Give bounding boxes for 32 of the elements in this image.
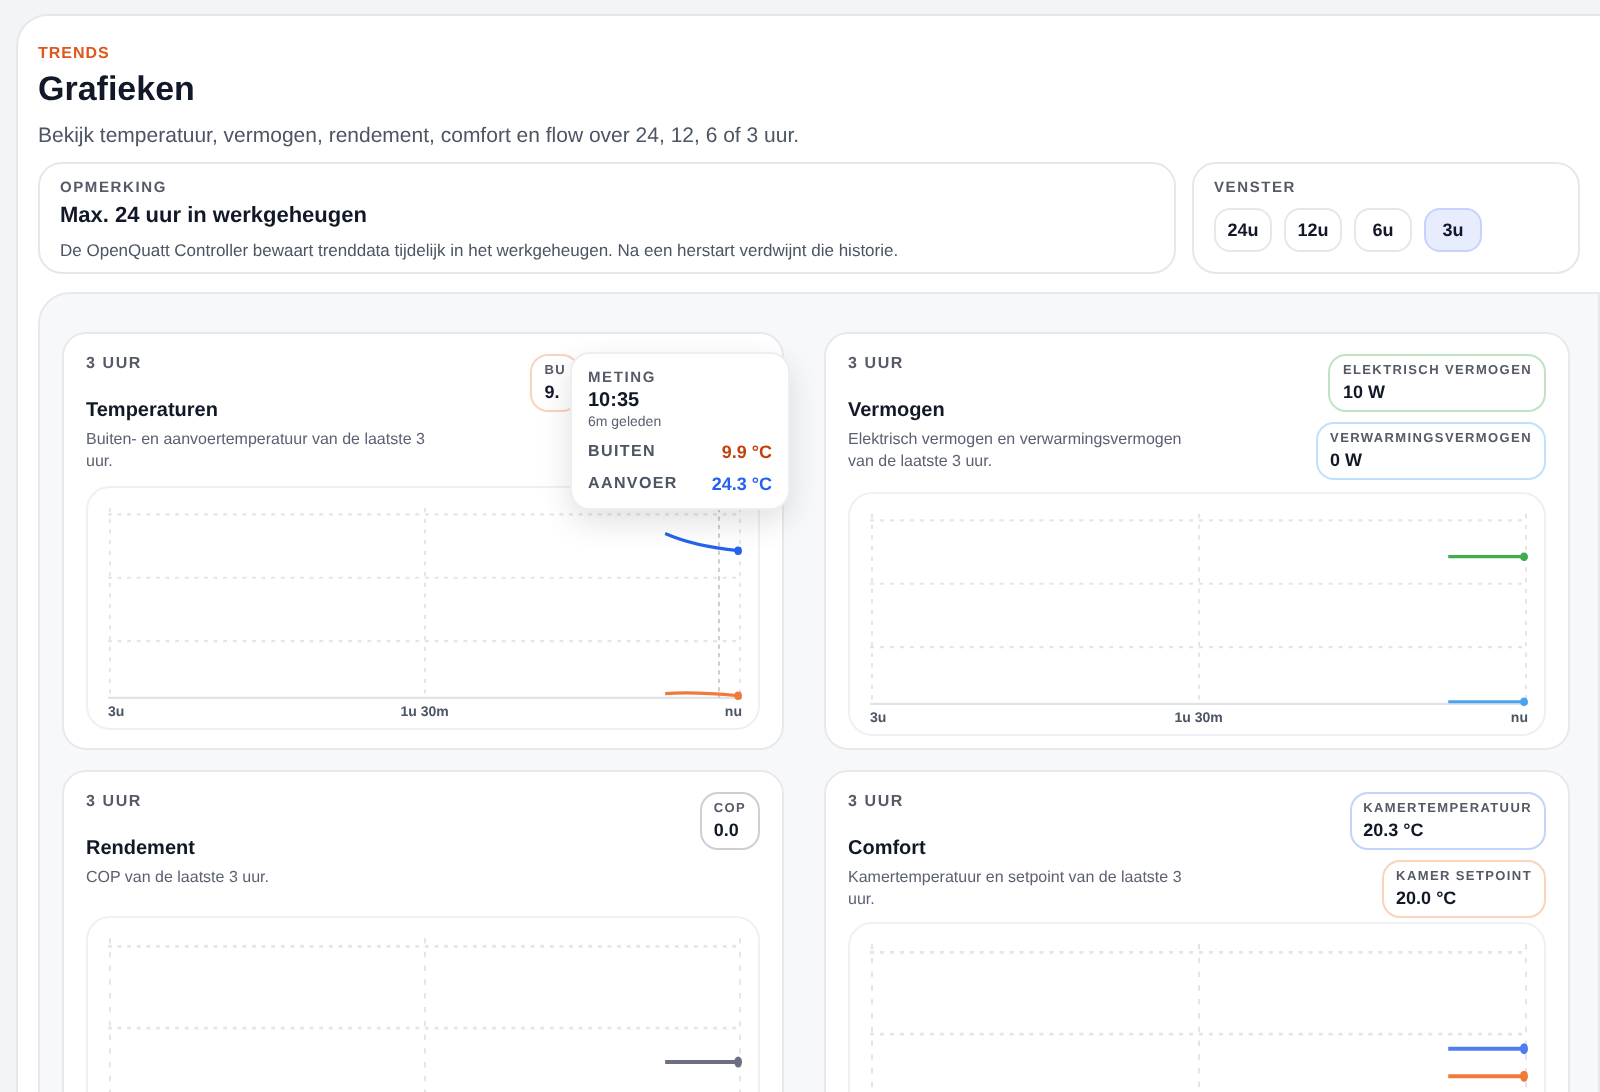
tooltip-time: 10:35 — [588, 390, 642, 412]
chart-title: Temperaturen — [86, 400, 220, 422]
window-option[interactable]: 6u — [1354, 208, 1412, 252]
page-title: Grafieken — [38, 70, 197, 110]
chart-title: Comfort — [848, 838, 928, 860]
note-title: Max. 24 uur in werkgeheugen — [60, 204, 369, 228]
eyebrow: TRENDS — [38, 44, 112, 62]
stat-value: 0 W — [1330, 450, 1365, 470]
range-label: 3 UUR — [86, 354, 145, 372]
stat-value: 0.0 — [713, 820, 741, 840]
tooltip-series-value: 24.3 °C — [711, 474, 772, 494]
stat-value: 9. — [544, 382, 562, 402]
window-option[interactable]: 3u — [1424, 208, 1482, 252]
range-label: 3 UUR — [848, 792, 907, 810]
tooltip-series-label: BUITEN — [588, 442, 656, 462]
range-label: 3 UUR — [86, 792, 145, 810]
chart-description: Elektrisch vermogen en verwarmingsvermogen van de laatste 3 uur. — [848, 428, 1184, 473]
tooltip-series-label: AANVOER — [588, 474, 678, 494]
window-option[interactable]: 24u — [1214, 208, 1272, 252]
tooltip-series-value: 9.9 °C — [721, 442, 772, 462]
stat-value: 20.3 °C — [1363, 820, 1426, 840]
note-text: De OpenQuatt Controller bewaart trenddata tijdelijk in het werkgeheugen. Na een herstart verdwijnt die historie. — [60, 240, 901, 260]
chart-title: Rendement — [86, 838, 197, 860]
chart-description: COP van de laatste 3 uur. — [86, 866, 271, 889]
chart-description: Kamertemperatuur en setpoint van de laatste 3 uur. — [848, 866, 1184, 911]
page-subtitle: Bekijk temperatuur, vermogen, rendement, comfort en flow over 24, 12, 6 of 3 uur. — [38, 124, 802, 148]
window-option[interactable]: 12u — [1284, 208, 1342, 252]
chart-title: Vermogen — [848, 400, 947, 422]
chart-description: Buiten- en aanvoertemperatuur van de laatste 3 uur. — [86, 428, 426, 473]
stat-value: 10 W — [1342, 382, 1387, 402]
range-label: 3 UUR — [848, 354, 907, 372]
stat-value: 20.0 °C — [1396, 888, 1459, 908]
